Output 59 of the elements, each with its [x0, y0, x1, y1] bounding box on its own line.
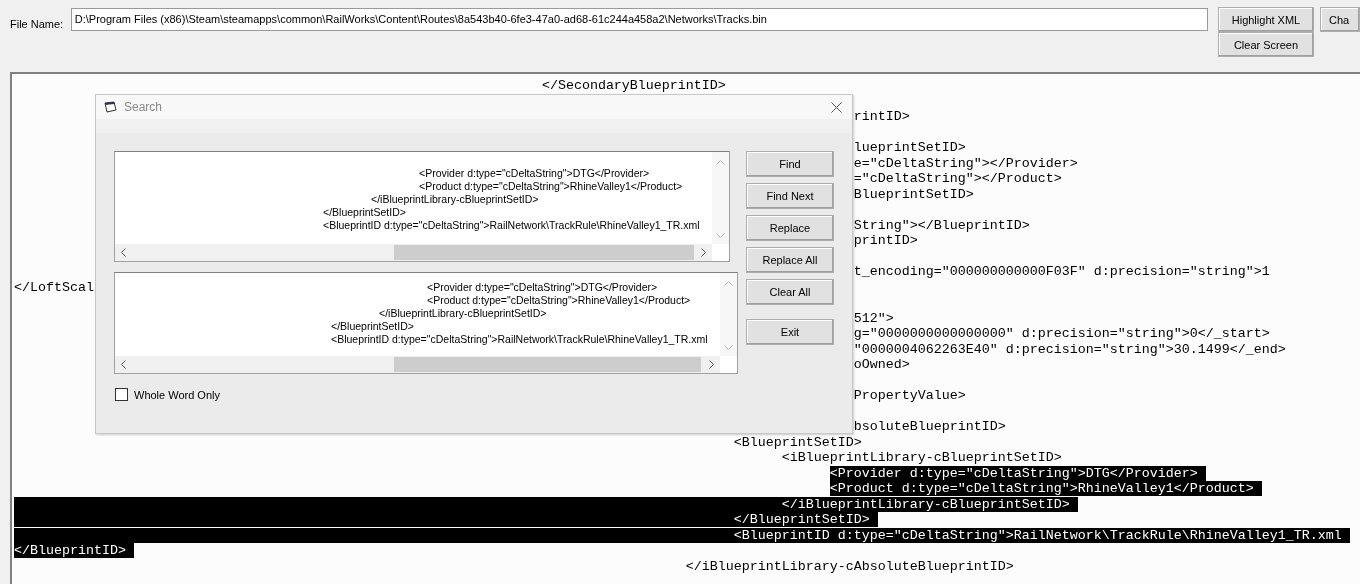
close-icon[interactable]: [831, 101, 842, 113]
file-path-field[interactable]: D:\Program Files (x86)\Steam\steamapps\common\RailWorks\Content\Routes\8a543b40-6fe3-47a0-ad68-61c244a458a2\Networks\Tracks.bin: [70, 8, 1208, 31]
file-name-label: File Name:: [10, 18, 65, 32]
code-line: <BlueprintSetID>: [733, 434, 862, 450]
dialog-button[interactable]: Find Next: [746, 183, 834, 209]
code-line: bsoluteBlueprintID>: [853, 419, 1006, 434]
scroll-right-icon[interactable]: [709, 360, 714, 369]
dialog-button[interactable]: Exit: [746, 319, 834, 345]
text-line: </iBlueprintLibrary-cBlueprintSetID>: [371, 193, 539, 205]
code-line: lueprintSetID>: [853, 140, 966, 155]
code-line: e="cDeltaString"></Provider>: [853, 155, 1078, 171]
code-line: </SecondaryBlueprintID>: [541, 78, 726, 93]
code-line: g="0000000000000000" d:precision="string">0</_start>: [853, 326, 1270, 341]
dialog-button[interactable]: Find: [746, 151, 834, 177]
code-line: <Provider d:type="cDeltaString">DTG</Provider>: [829, 465, 1198, 481]
checkbox-label: Whole Word Only: [134, 388, 220, 401]
code-line: t_encoding="000000000000F03F" d:precision="string">1: [853, 264, 1270, 279]
checkbox[interactable]: [115, 388, 128, 401]
code-line: </BlueprintSetID>: [733, 512, 870, 527]
text-line: <BlueprintID d:type="cDeltaString">RailNetwork\TrackRule\RhineValley1_TR.xml: [331, 333, 708, 345]
code-line: </iBlueprintLibrary-cBlueprintSetID>: [781, 496, 1070, 512]
code-line: "0000004062263E40" d:precision="string">30.1499</_end>: [853, 341, 1286, 357]
text-area[interactable]: [114, 272, 738, 374]
toolbar-button[interactable]: Clear Screen: [1218, 32, 1314, 57]
dialog-title: Search: [124, 100, 164, 114]
code-line: ="cDeltaString"></Product>: [853, 171, 1062, 186]
text-line: </iBlueprintLibrary-cBlueprintSetID>: [379, 307, 547, 319]
text-line: <Provider d:type="cDeltaString">DTG</Provider>: [419, 167, 650, 179]
dialog-button[interactable]: Clear All: [746, 279, 834, 305]
text-line: <BlueprintID d:type="cDeltaString">RailNetwork\TrackRule\RhineValley1_TR.xml: [323, 219, 700, 231]
code-line: printID>: [853, 233, 918, 248]
scrollbar-thumb[interactable]: [394, 357, 701, 372]
code-line: </LoftScal: [14, 279, 94, 295]
scroll-right-icon[interactable]: [701, 248, 706, 257]
code-line: rintID>: [853, 109, 910, 124]
code-line: BlueprintSetID>: [853, 186, 974, 202]
code-line: oOwned>: [853, 357, 910, 372]
code-line: </iBlueprintLibrary-cAbsoluteBlueprintID>: [685, 558, 1014, 574]
text-line: <Product d:type="cDeltaString">RhineValley1</Product>: [419, 180, 683, 192]
code-line: <Product d:type="cDeltaString">RhineValley1</Product>: [829, 481, 1254, 496]
text-area[interactable]: [114, 151, 730, 262]
code-line: PropertyValue>: [853, 388, 966, 403]
toolbar-button[interactable]: Highlight XML: [1218, 7, 1314, 32]
code-line: </BlueprintID>: [14, 543, 126, 558]
scrollbar-thumb[interactable]: [394, 245, 694, 260]
dialog-button[interactable]: Replace: [746, 215, 834, 241]
text-line: </BlueprintSetID>: [323, 206, 406, 218]
toolbar-button[interactable]: Cha: [1320, 7, 1360, 32]
code-line: String"></BlueprintID>: [853, 217, 1030, 233]
dialog-button[interactable]: Replace All: [746, 247, 834, 273]
code-line: <iBlueprintLibrary-cBlueprintSetID>: [781, 450, 1062, 465]
text-line: <Provider d:type="cDeltaString">DTG</Provider>: [427, 281, 658, 293]
code-line: <BlueprintID d:type="cDeltaString">RailNetwork\TrackRule\RhineValley1_TR.xml: [733, 527, 1342, 543]
text-line: </BlueprintSetID>: [331, 320, 414, 332]
scroll-left-icon[interactable]: [121, 248, 126, 257]
scroll-left-icon[interactable]: [121, 360, 126, 369]
window-icon: [104, 101, 118, 113]
text-line: <Product d:type="cDeltaString">RhineValley1</Product>: [427, 294, 691, 306]
code-line: 512">: [853, 310, 894, 326]
